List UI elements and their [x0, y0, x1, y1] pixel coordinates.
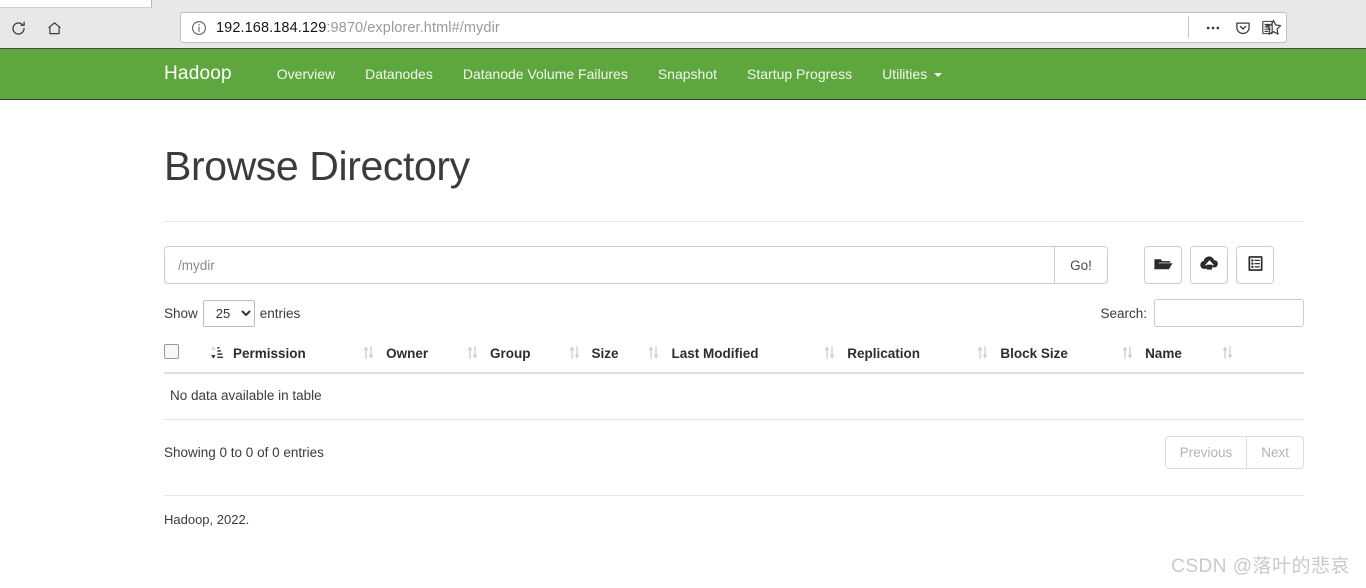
sort-both-icon: [363, 345, 377, 363]
search-label: Search:: [1100, 305, 1147, 321]
hadoop-nav-links: Overview Datanodes Datanode Volume Failu…: [262, 48, 957, 100]
sort-both-icon: [1222, 345, 1236, 363]
csdn-watermark: CSDN @落叶的悲哀: [1171, 556, 1350, 577]
table-footer: Showing 0 to 0 of 0 entries Previous Nex…: [164, 436, 1304, 469]
go-button[interactable]: Go!: [1054, 246, 1108, 284]
create-directory-button[interactable]: [1144, 246, 1182, 284]
column-size[interactable]: Size: [568, 340, 649, 374]
sort-both-icon: [977, 345, 991, 363]
hadoop-navbar: Hadoop Overview Datanodes Datanode Volum…: [0, 48, 1366, 100]
table-header-row: Permission Owner Group Size Last Modifie…: [164, 340, 1304, 374]
nav-label-datanodes: Datanodes: [365, 66, 433, 82]
browser-tab[interactable]: [0, 0, 152, 8]
table-controls: Show 25 50 100 entries Search:: [164, 298, 1304, 328]
table-empty-row: No data available in table: [164, 373, 1304, 420]
column-label-size: Size: [591, 345, 619, 361]
nav-label-utilities: Utilities: [882, 66, 928, 82]
url-path: :9870/explorer.html#/mydir: [326, 19, 500, 36]
home-icon[interactable]: [40, 14, 68, 42]
path-toolbar: Go!: [164, 246, 1304, 284]
browser-chrome: 192.168.184.129:9870/explorer.html#/mydi…: [0, 0, 1366, 48]
reload-icon[interactable]: [4, 14, 32, 42]
table-empty-message: No data available in table: [164, 373, 1304, 420]
star-bookmark-icon[interactable]: [1258, 13, 1288, 43]
column-label-permission: Permission: [233, 345, 306, 361]
column-group[interactable]: Group: [467, 340, 569, 374]
select-all-checkbox[interactable]: [164, 344, 179, 359]
cut-paste-button[interactable]: [1236, 246, 1274, 284]
column-label-last-modified: Last Modified: [671, 345, 759, 361]
table-body: No data available in table: [164, 373, 1304, 420]
entries-label: entries: [259, 305, 301, 321]
column-label-name: Name: [1145, 345, 1182, 361]
nav-item-snapshot[interactable]: Snapshot: [643, 48, 732, 100]
clipboard-list-icon: [1246, 254, 1265, 276]
column-replication[interactable]: Replication: [824, 340, 978, 374]
column-label-owner: Owner: [386, 345, 429, 361]
page-length-select[interactable]: 25 50 100: [202, 299, 255, 327]
title-divider: [164, 221, 1304, 222]
previous-page-button[interactable]: Previous: [1164, 436, 1248, 469]
folder-open-icon: [1153, 254, 1173, 277]
directory-action-buttons: [1144, 246, 1274, 284]
chevron-down-icon: [934, 73, 943, 78]
url-host: 192.168.184.129: [216, 19, 327, 36]
show-label: Show: [164, 305, 198, 321]
column-name[interactable]: Name: [1122, 340, 1304, 374]
column-label-group: Group: [490, 345, 531, 361]
sort-both-icon: [824, 345, 838, 363]
column-block-size[interactable]: Block Size: [977, 340, 1123, 374]
address-bar-url: 192.168.184.129:9870/explorer.html#/mydi…: [216, 20, 500, 36]
hadoop-brand-link[interactable]: Hadoop: [164, 63, 232, 85]
page-container: Browse Directory Go!: [164, 100, 1304, 527]
nav-label-snapshot: Snapshot: [657, 66, 718, 82]
showing-entries-info: Showing 0 to 0 of 0 entries: [164, 445, 324, 460]
sort-both-icon: [1122, 345, 1136, 363]
ellipsis-menu-icon[interactable]: [1198, 13, 1228, 43]
footer-divider: [164, 495, 1304, 496]
toolbar-divider: [1188, 16, 1189, 38]
address-bar[interactable]: 192.168.184.129:9870/explorer.html#/mydi…: [180, 12, 1287, 43]
sort-both-icon: [467, 345, 481, 363]
cloud-upload-icon: [1199, 253, 1220, 277]
next-page-button[interactable]: Next: [1247, 436, 1304, 469]
nav-item-overview[interactable]: Overview: [262, 48, 350, 100]
column-label-block-size: Block Size: [1000, 345, 1068, 361]
sort-both-icon: [648, 345, 662, 363]
table-head: Permission Owner Group Size Last Modifie…: [164, 340, 1304, 374]
pagination: Previous Next: [1164, 436, 1304, 469]
column-owner[interactable]: Owner: [363, 340, 468, 374]
tab-strip: [0, 0, 1366, 8]
browser-toolbar-actions: [1198, 12, 1288, 43]
show-entries-control: Show 25 50 100 entries: [164, 299, 301, 327]
nav-item-datanodes[interactable]: Datanodes: [350, 48, 448, 100]
path-input-group: Go!: [164, 246, 1108, 284]
column-permission[interactable]: Permission: [210, 340, 364, 374]
sort-asc-active-icon: [210, 345, 224, 363]
pocket-save-icon[interactable]: [1228, 13, 1258, 43]
column-last-modified[interactable]: Last Modified: [648, 340, 825, 374]
nav-label-overview: Overview: [276, 66, 336, 82]
directory-listing-table: Permission Owner Group Size Last Modifie…: [164, 340, 1304, 420]
sort-both-icon: [569, 345, 583, 363]
nav-label-startup-progress: Startup Progress: [747, 66, 853, 82]
select-all-checkbox-column[interactable]: [164, 340, 210, 374]
nav-item-datanode-volume-failures[interactable]: Datanode Volume Failures: [448, 48, 643, 100]
upload-files-button[interactable]: [1190, 246, 1228, 284]
nav-item-startup-progress[interactable]: Startup Progress: [732, 48, 867, 100]
column-label-replication: Replication: [847, 345, 921, 361]
directory-path-input[interactable]: [164, 246, 1054, 284]
nav-item-utilities[interactable]: Utilities: [867, 48, 957, 100]
page-title: Browse Directory: [164, 143, 470, 189]
page-info-icon[interactable]: [191, 20, 207, 36]
nav-label-datanode-volume-failures: Datanode Volume Failures: [462, 66, 628, 82]
search-input[interactable]: [1154, 299, 1304, 327]
table-search-control: Search:: [1100, 299, 1304, 327]
site-footer: Hadoop, 2022.: [164, 512, 250, 527]
